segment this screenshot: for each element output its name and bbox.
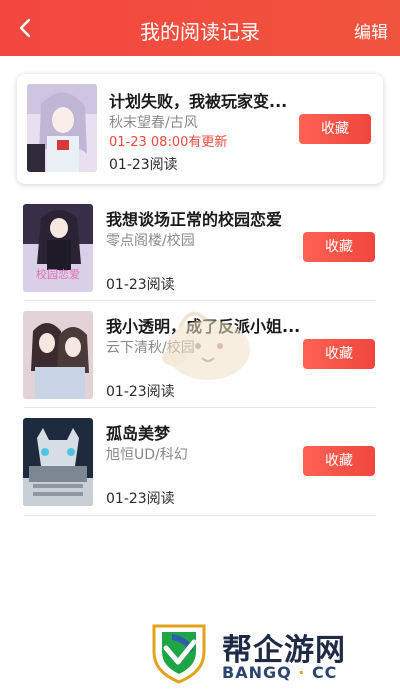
svg-text:校园恋爱: 校园恋爱 [36,267,80,281]
mascot-watermark-icon [162,311,250,380]
book-title[interactable]: 我想谈场正常的校园恋爱 [106,206,282,230]
favorite-button[interactable]: 收藏 [303,339,375,369]
favorite-button[interactable]: 收藏 [303,232,375,262]
book-cover[interactable] [27,84,97,172]
book-item[interactable]: 孤岛美梦 旭恒UD/科幻 01-23阅读 收藏 [0,414,400,522]
brand-domain: BANGQ · CC [222,663,337,682]
divider [24,407,376,408]
book-cover[interactable] [23,418,93,506]
book-item[interactable]: 校园恋爱 我想谈场正常的校园恋爱 零点阁楼/校园 01-23阅读 收藏 [0,200,400,308]
divider [24,515,376,516]
book-update-time: 01-23 08:00有更新 [109,135,228,150]
favorite-button[interactable]: 收藏 [299,114,371,144]
book-read-date: 01-23阅读 [106,491,175,507]
brand-domain-dot: · [298,663,306,682]
app-header: 我的阅读记录 编辑 [0,0,400,56]
book-read-date: 01-23阅读 [109,157,178,173]
brand-domain-part: CC [311,663,338,682]
brand-logo-icon [152,624,206,684]
book-cover[interactable]: 校园恋爱 [23,204,93,292]
book-item[interactable]: 计划失败，我被玩家变... 秋末望春/古风 01-23 08:00有更新 01-… [17,74,383,184]
book-cover[interactable] [23,311,93,399]
book-title[interactable]: 计划失败，我被玩家变... [109,88,287,112]
book-author-genre: 秋末望春/古风 [109,115,198,131]
book-read-date: 01-23阅读 [106,277,175,293]
page-title: 我的阅读记录 [140,20,260,44]
book-author-genre: 旭恒UD/科幻 [106,447,188,463]
book-author-genre: 零点阁楼/校园 [106,233,195,249]
brand-domain-part: BANGQ [222,663,292,682]
favorite-button[interactable]: 收藏 [303,446,375,476]
edit-button[interactable]: 编辑 [354,18,388,43]
book-title[interactable]: 孤岛美梦 [106,420,170,444]
